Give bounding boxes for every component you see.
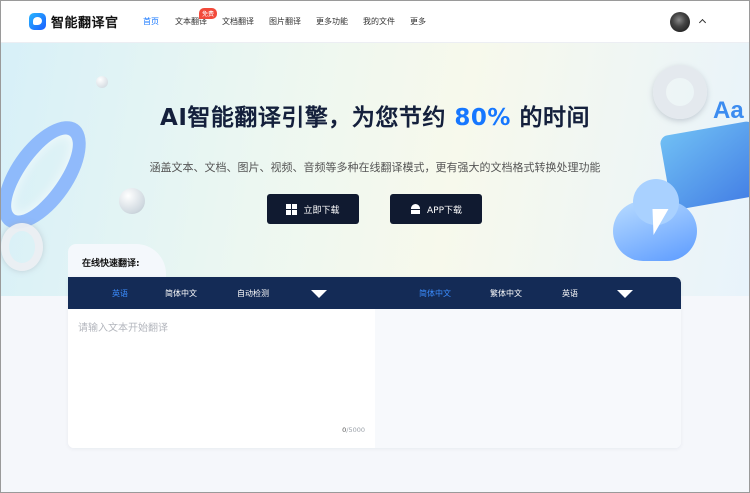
source-lang-simplified-chinese[interactable]: 简体中文 — [165, 288, 197, 299]
char-counter: 0/5000 — [342, 426, 365, 434]
result-pane — [375, 309, 681, 448]
nav-more-features[interactable]: 更多功能 — [316, 16, 348, 27]
source-lang-english[interactable]: 英语 — [112, 288, 128, 299]
nav-my-files[interactable]: 我的文件 — [363, 16, 395, 27]
source-pane: 0/5000 — [68, 309, 375, 448]
app-download-label: APP下载 — [426, 205, 462, 216]
hero-title-highlight: 80% — [454, 105, 511, 131]
top-navigation-bar: 智能翻译官 首页 文本翻译 免费 文档翻译 图片翻译 更多功能 我的文件 更多 — [1, 1, 749, 43]
android-icon — [410, 204, 421, 214]
nav-image-translate[interactable]: 图片翻译 — [269, 16, 301, 27]
windows-icon — [286, 203, 298, 215]
char-count-max: /5000 — [346, 426, 365, 434]
source-lang-auto-detect[interactable]: 自动检测 — [237, 288, 269, 299]
language-bar: 英语 简体中文 自动检测 简体中文 繁体中文 英语 — [68, 277, 681, 309]
hero-title-pre: AI智能翻译引擎，为您节约 — [160, 105, 446, 131]
quick-translate-label: 在线快速翻译: — [82, 259, 140, 269]
hero-title-post: 的时间 — [519, 105, 590, 131]
windows-download-button[interactable]: 立即下载 — [267, 194, 359, 224]
spiral-decoration — [1, 223, 43, 271]
logo-text: 智能翻译官 — [51, 16, 119, 31]
small-sphere-decoration — [96, 76, 108, 88]
sphere-decoration — [119, 188, 145, 214]
free-badge: 免费 — [199, 8, 218, 19]
target-lang-traditional-chinese[interactable]: 繁体中文 — [490, 288, 522, 299]
nav-text-translate[interactable]: 文本翻译 免费 — [175, 8, 218, 27]
windows-download-label: 立即下载 — [303, 205, 340, 216]
chat-bubble-logo-icon — [29, 13, 46, 30]
app-download-button[interactable]: APP下载 — [390, 194, 482, 224]
target-lang-dropdown-icon[interactable] — [617, 290, 633, 298]
translator-panel: 英语 简体中文 自动检测 简体中文 繁体中文 英语 0/5000 — [68, 277, 681, 448]
target-lang-english[interactable]: 英语 — [562, 288, 578, 299]
hero-title: AI智能翻译引擎，为您节约 80% 的时间 — [1, 98, 749, 132]
user-avatar[interactable] — [670, 12, 690, 32]
target-lang-simplified-chinese[interactable]: 简体中文 — [419, 288, 451, 299]
browser-frame: 智能翻译官 首页 文本翻译 免费 文档翻译 图片翻译 更多功能 我的文件 更多 … — [0, 0, 750, 493]
nav-home[interactable]: 首页 — [143, 16, 159, 27]
source-text-input[interactable] — [78, 319, 363, 419]
nav-doc-translate[interactable]: 文档翻译 — [222, 16, 254, 27]
hero-subtitle: 涵盖文本、文档、图片、视频、音频等多种在线翻译模式，更有强大的文档格式转换处理功… — [149, 161, 601, 174]
cloud-lightning-icon — [613, 179, 697, 261]
chevron-up-icon[interactable] — [698, 18, 707, 27]
app-logo[interactable]: 智能翻译官 — [29, 12, 119, 31]
lightning-bolt-icon — [645, 209, 669, 235]
nav-more[interactable]: 更多 — [410, 16, 426, 27]
source-lang-dropdown-icon[interactable] — [311, 290, 327, 298]
